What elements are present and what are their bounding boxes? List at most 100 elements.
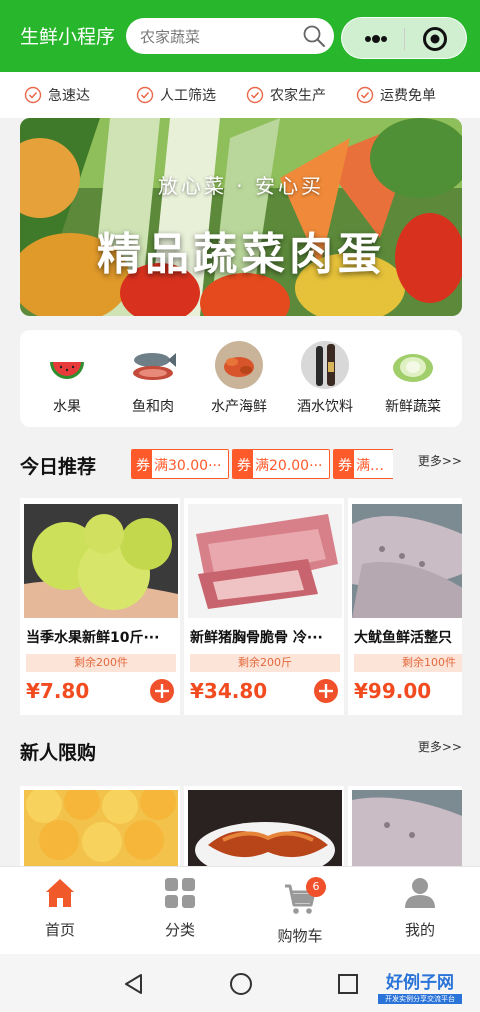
feature-item: 运费免单	[356, 84, 436, 106]
category-item-vegetables[interactable]: 新鲜蔬菜	[370, 340, 456, 420]
category-item-seafood[interactable]: 水产海鲜	[196, 340, 282, 420]
product-card[interactable]: 大鱿鱼鲜活整只 剩余100件 ¥99.00	[348, 498, 462, 715]
feature-label: 人工筛选	[160, 88, 216, 104]
product-card[interactable]	[20, 786, 180, 866]
category-label: 鱼和肉	[132, 399, 174, 415]
product-card[interactable]	[348, 786, 462, 866]
tab-label: 首页	[44, 921, 75, 939]
crayfish-photo	[188, 790, 342, 866]
feature-label: 农家生产	[270, 88, 326, 104]
feature-label: 急速达	[48, 88, 90, 104]
mini-program-capsule	[341, 17, 467, 59]
home-icon	[46, 879, 74, 907]
fish-icon	[133, 353, 176, 380]
category-label: 新鲜蔬菜	[385, 399, 441, 415]
product-card[interactable]	[184, 786, 344, 866]
category-label: 水果	[53, 399, 81, 415]
coupon-tag: 券	[132, 450, 152, 478]
peach-photo	[24, 790, 178, 866]
close-target-icon[interactable]	[422, 26, 448, 52]
product-card[interactable]: 新鲜猪胸骨脆骨 冷··· 剩余200斤 ¥34.80	[184, 498, 344, 715]
product-image	[188, 504, 342, 618]
tab-label: 购物车	[277, 927, 323, 945]
promo-banner[interactable]: 放心菜 · 安心买 精品蔬菜肉蛋	[20, 118, 462, 316]
category-item-drinks[interactable]: 酒水饮料	[282, 340, 368, 420]
newuser-title: 新人限购	[20, 742, 97, 764]
coupon-amount: 满30.00···	[152, 450, 228, 478]
category-item-meat[interactable]: 鱼和肉	[110, 340, 196, 420]
coupon[interactable]: 券 满30.00···	[131, 449, 229, 479]
product-name: 当季水果新鲜10斤···	[26, 630, 160, 646]
search-bar[interactable]: 农家蔬菜	[126, 18, 334, 54]
tab-category[interactable]: 分类	[130, 875, 230, 940]
pear-photo	[24, 504, 178, 618]
tab-cart[interactable]: 6 购物车	[250, 875, 350, 946]
recommend-product-list: 当季水果新鲜10斤··· 剩余200件 ¥7.80 新鲜猪胸骨脆骨 冷··· 剩…	[20, 498, 462, 715]
cabbage-icon	[393, 354, 433, 382]
recommend-more-link[interactable]: 更多>>	[418, 452, 462, 469]
product-price: ¥7.80	[26, 679, 90, 703]
product-stock: 剩余100件	[354, 654, 462, 672]
app-title: 生鲜小程序	[20, 26, 116, 48]
coupon[interactable]: 券 满10.	[333, 449, 393, 479]
cart-badge: 6	[306, 877, 326, 897]
product-price: ¥34.80	[190, 679, 268, 703]
recommend-title: 今日推荐	[20, 456, 97, 478]
home-circle-icon[interactable]	[229, 972, 253, 996]
product-price: ¥99.00	[354, 679, 432, 703]
feature-item: 农家生产	[246, 84, 326, 106]
more-dots-icon[interactable]	[354, 28, 394, 50]
tab-home[interactable]: 首页	[10, 875, 110, 940]
tab-label: 我的	[404, 921, 435, 939]
check-circle-icon	[356, 86, 374, 104]
product-stock: 剩余200件	[26, 654, 176, 672]
check-circle-icon	[24, 86, 42, 104]
category-grid: 水果 鱼和肉 水产海鲜 酒水饮料 新鲜蔬菜	[20, 330, 462, 427]
wine-icon	[301, 341, 349, 389]
watermark-sub: 开发实例分享交流平台	[378, 994, 462, 1004]
check-circle-icon	[246, 86, 264, 104]
watermark-main: 好例子网	[386, 973, 454, 993]
product-image	[24, 504, 178, 618]
add-to-cart-icon[interactable]	[314, 679, 338, 703]
watermark-logo: 好例子网 开发实例分享交流平台	[378, 968, 462, 1004]
pork-rib-photo	[188, 504, 342, 618]
vegetable-banner-image	[20, 118, 462, 316]
add-to-cart-icon[interactable]	[150, 679, 174, 703]
capsule-divider	[404, 28, 405, 50]
product-image	[352, 504, 462, 618]
category-item-fruit[interactable]: 水果	[24, 340, 110, 420]
service-features: 急速达 人工筛选 农家生产 运费免单	[0, 72, 480, 118]
coupon-tag: 券	[334, 450, 354, 478]
app-header: 生鲜小程序 农家蔬菜	[0, 0, 480, 72]
coupon-amount: 满10.	[354, 450, 393, 478]
newuser-more-link[interactable]: 更多>>	[418, 738, 462, 755]
feature-item: 人工筛选	[136, 84, 216, 106]
watermelon-icon	[50, 362, 84, 379]
banner-subtitle: 放心菜 · 安心买	[157, 174, 325, 198]
coupon-tag: 券	[233, 450, 253, 478]
product-name: 新鲜猪胸骨脆骨 冷···	[190, 630, 323, 646]
squid-photo	[352, 790, 462, 866]
squid-photo	[352, 504, 462, 618]
feature-item: 急速达	[24, 84, 90, 106]
back-icon[interactable]	[122, 972, 146, 996]
coupon[interactable]: 券 满20.00···	[232, 449, 330, 479]
category-label: 酒水饮料	[297, 399, 353, 415]
user-icon	[405, 878, 435, 908]
check-circle-icon	[136, 86, 154, 104]
search-icon[interactable]	[302, 24, 326, 48]
newuser-product-list	[20, 786, 462, 866]
tab-label: 分类	[164, 921, 195, 939]
recents-icon[interactable]	[336, 972, 360, 996]
coupon-strip[interactable]: 券 满30.00··· 券 满20.00··· 券 满10.	[131, 449, 393, 481]
search-input[interactable]: 农家蔬菜	[140, 26, 200, 47]
banner-headline: 精品蔬菜肉蛋	[97, 229, 385, 280]
coupon-amount: 满20.00···	[253, 450, 329, 478]
seafood-icon	[215, 341, 263, 389]
grid-icon	[165, 878, 195, 908]
product-card[interactable]: 当季水果新鲜10斤··· 剩余200件 ¥7.80	[20, 498, 180, 715]
bottom-tab-bar: 首页 分类 6 购物车 我的	[0, 866, 480, 954]
category-label: 水产海鲜	[211, 399, 267, 415]
tab-profile[interactable]: 我的	[370, 875, 470, 940]
